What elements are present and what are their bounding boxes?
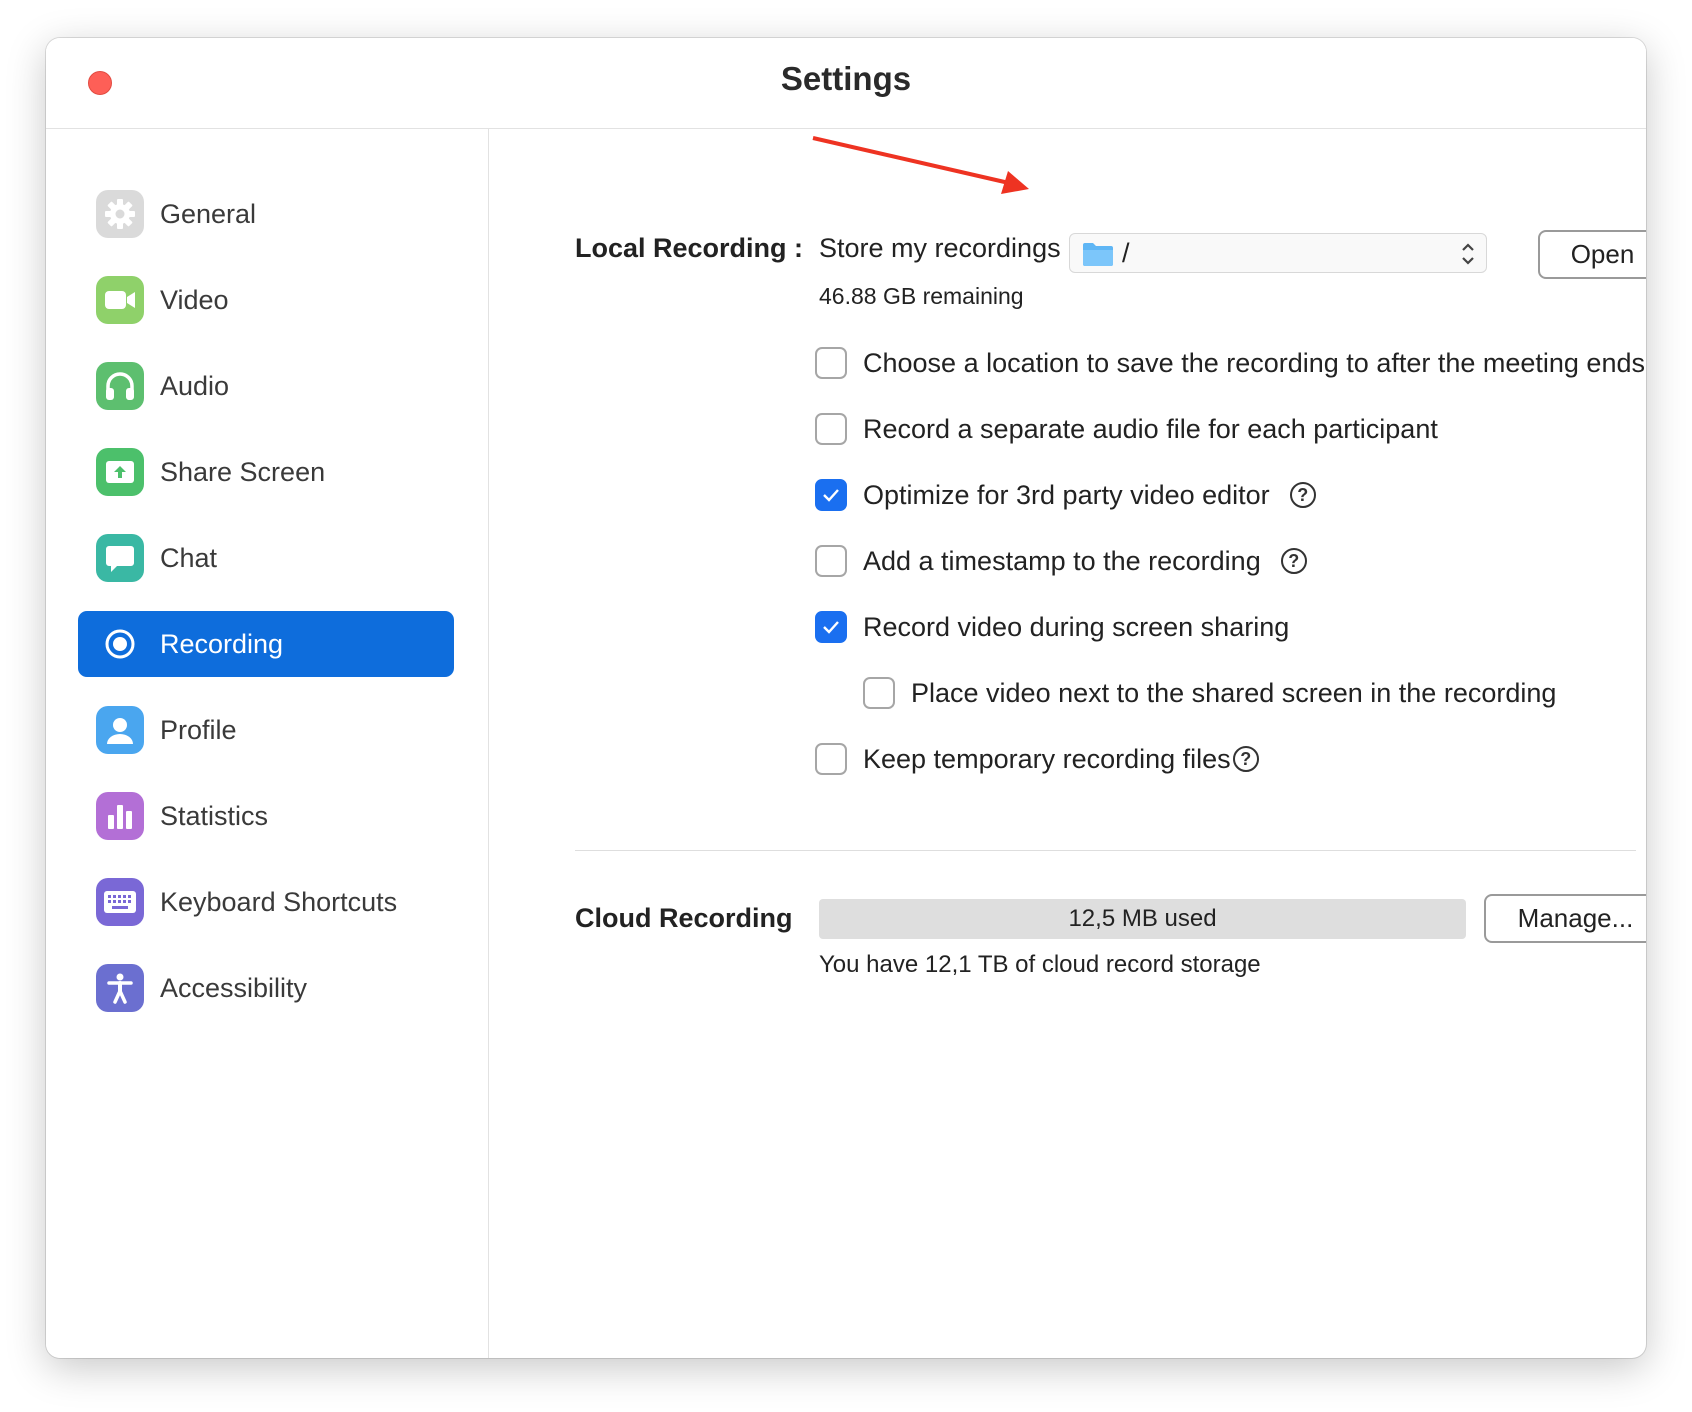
- sidebar-item-label: Profile: [160, 714, 237, 745]
- cloud-recording-label: Cloud Recording: [575, 903, 793, 933]
- record-icon: [96, 620, 144, 668]
- sidebar-item-label: General: [160, 198, 257, 229]
- gear-icon: [96, 190, 144, 238]
- option-optimize-editor[interactable]: Optimize for 3rd party video editor ?: [815, 477, 1316, 513]
- help-question-icon[interactable]: ?: [1232, 746, 1259, 772]
- bar-chart-icon: [96, 792, 144, 840]
- checkbox[interactable]: [863, 677, 895, 709]
- sidebar-item-keyboard-shortcuts[interactable]: Keyboard Shortcuts: [78, 869, 454, 935]
- option-label: Choose a location to save the recording …: [863, 347, 1645, 378]
- recording-settings-panel: Local Recording : Store my recordings at…: [489, 129, 1646, 1358]
- option-label: Keep temporary recording files: [863, 743, 1231, 774]
- recording-path-select[interactable]: /: [1069, 233, 1487, 273]
- option-label: Add a timestamp to the recording: [863, 545, 1261, 576]
- local-recording-label: Local Recording :: [575, 233, 804, 263]
- sidebar-item-chat[interactable]: Chat: [78, 525, 454, 591]
- store-recordings-label: Store my recordings at:: [819, 233, 1099, 263]
- open-folder-button[interactable]: Open: [1538, 230, 1646, 279]
- checkmark-icon: [823, 489, 839, 502]
- checkbox[interactable]: [815, 611, 847, 643]
- settings-sidebar: General Video Audio Share Screen Chat Re…: [46, 129, 489, 1358]
- settings-window: Settings General Video Audio Share Scree…: [46, 38, 1646, 1358]
- window-title: Settings: [780, 60, 912, 97]
- keyboard-icon: [96, 878, 144, 926]
- sidebar-item-label: Chat: [160, 542, 218, 573]
- sidebar-item-recording[interactable]: Recording: [78, 611, 454, 677]
- sidebar-item-video[interactable]: Video: [78, 267, 454, 333]
- section-divider: [575, 850, 1636, 851]
- manage-cloud-button[interactable]: Manage...: [1484, 894, 1646, 943]
- headphones-icon: [96, 362, 144, 410]
- video-camera-icon: [96, 276, 144, 324]
- sidebar-item-label: Share Screen: [160, 456, 326, 487]
- person-icon: [96, 706, 144, 754]
- checkbox[interactable]: [815, 347, 847, 379]
- chat-bubble-icon: [96, 534, 144, 582]
- cloud-storage-note: You have 12,1 TB of cloud record storage: [819, 951, 1261, 978]
- sidebar-item-share-screen[interactable]: Share Screen: [78, 439, 454, 505]
- option-label: Place video next to the shared screen in…: [911, 677, 1557, 708]
- sidebar-item-general[interactable]: General: [78, 181, 454, 247]
- option-choose-location[interactable]: Choose a location to save the recording …: [815, 345, 1645, 381]
- option-label: Record a separate audio file for each pa…: [863, 413, 1438, 444]
- recording-path-value: /: [1122, 238, 1130, 268]
- sidebar-item-label: Keyboard Shortcuts: [160, 886, 398, 917]
- option-label: Record video during screen sharing: [863, 611, 1290, 642]
- sidebar-item-label: Audio: [160, 370, 230, 401]
- red-arrow-annotation-icon: [812, 136, 1029, 194]
- checkmark-icon: [823, 621, 839, 634]
- help-question-icon[interactable]: ?: [1280, 548, 1307, 574]
- checkbox[interactable]: [815, 743, 847, 775]
- sidebar-item-label: Statistics: [160, 800, 269, 831]
- option-label: Optimize for 3rd party video editor: [863, 479, 1270, 510]
- storage-remaining-text: 46.88 GB remaining: [819, 283, 1024, 309]
- checkbox[interactable]: [815, 413, 847, 445]
- sidebar-item-label: Recording: [160, 628, 284, 659]
- share-screen-icon: [96, 448, 144, 496]
- checkbox[interactable]: [815, 545, 847, 577]
- chevron-up-down-icon: [1462, 243, 1474, 265]
- option-keep-temp-files[interactable]: Keep temporary recording files ?: [815, 741, 1259, 777]
- sidebar-item-audio[interactable]: Audio: [78, 353, 454, 419]
- option-separate-audio[interactable]: Record a separate audio file for each pa…: [815, 411, 1438, 447]
- sidebar-item-profile[interactable]: Profile: [78, 697, 454, 763]
- sidebar-item-statistics[interactable]: Statistics: [78, 783, 454, 849]
- cloud-usage-bar: 12,5 MB used: [819, 899, 1466, 939]
- checkbox[interactable]: [815, 479, 847, 511]
- help-question-icon[interactable]: ?: [1289, 482, 1316, 508]
- folder-icon: [1083, 243, 1113, 266]
- option-record-video-sharing[interactable]: Record video during screen sharing: [815, 609, 1289, 645]
- sidebar-item-accessibility[interactable]: Accessibility: [78, 955, 454, 1021]
- option-timestamp[interactable]: Add a timestamp to the recording ?: [815, 543, 1307, 579]
- accessibility-icon: [96, 964, 144, 1012]
- sidebar-item-label: Accessibility: [160, 972, 308, 1003]
- sidebar-item-label: Video: [160, 284, 229, 315]
- title-bar: Settings: [46, 38, 1646, 129]
- option-place-video-next[interactable]: Place video next to the shared screen in…: [863, 675, 1556, 711]
- cloud-usage-text: 12,5 MB used: [1068, 905, 1217, 932]
